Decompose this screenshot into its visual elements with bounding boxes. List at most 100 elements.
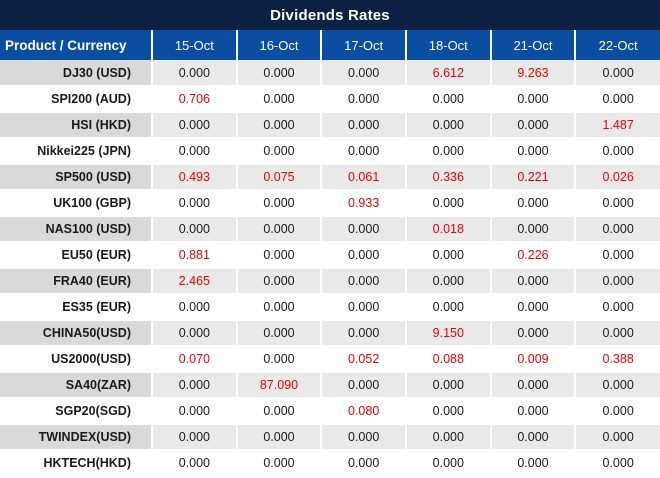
value-cell: 0.336 xyxy=(405,164,492,191)
value-cell: 0.088 xyxy=(405,346,492,373)
value-cell: 0.000 xyxy=(236,268,323,295)
value-cell: 0.000 xyxy=(236,320,323,347)
value-cell: 0.000 xyxy=(152,190,238,217)
product-cell: NAS100 (USD) xyxy=(0,216,153,243)
value-cell: 0.000 xyxy=(321,138,407,165)
value-cell: 0.000 xyxy=(490,398,577,425)
value-cell: 0.075 xyxy=(236,164,323,191)
panel-title: Dividends Rates xyxy=(0,0,660,30)
column-header-date: 22-Oct xyxy=(575,30,660,60)
product-cell: ES35 (EUR) xyxy=(0,294,153,321)
value-cell: 0.000 xyxy=(405,294,492,321)
table-row: US2000(USD) 0.070 0.000 0.052 0.088 0.009 0.38… xyxy=(0,346,660,373)
value-cell: 0.000 xyxy=(236,424,323,451)
table-row: ES35 (EUR) 0.000 0.000 0.000 0.000 0.000 0.000 xyxy=(0,294,660,321)
product-cell: Nikkei225 (JPN) xyxy=(0,138,153,165)
value-cell: 0.000 xyxy=(490,190,577,217)
dividends-rates-panel: Dividends Rates Product / Currency 15-Oc… xyxy=(0,0,660,478)
value-cell: 0.000 xyxy=(490,424,577,451)
value-cell: 0.000 xyxy=(321,268,407,295)
table-row: TWINDEX(USD) 0.000 0.000 0.000 0.000 0.000 0.0… xyxy=(0,424,660,451)
value-cell: 0.000 xyxy=(236,216,323,243)
value-cell: 9.263 xyxy=(490,60,577,87)
value-cell: 0.000 xyxy=(405,242,492,269)
value-cell: 0.000 xyxy=(236,398,323,425)
value-cell: 0.388 xyxy=(575,346,660,373)
value-cell: 0.000 xyxy=(405,112,492,139)
value-cell: 0.226 xyxy=(490,242,577,269)
value-cell: 0.026 xyxy=(575,164,660,191)
value-cell: 6.612 xyxy=(405,60,492,87)
dividends-table: Product / Currency 15-Oct 16-Oct 17-Oct … xyxy=(0,30,660,477)
value-cell: 0.000 xyxy=(321,112,407,139)
value-cell: 0.070 xyxy=(152,346,238,373)
header-row: Product / Currency 15-Oct 16-Oct 17-Oct … xyxy=(0,30,660,60)
value-cell: 0.000 xyxy=(152,372,238,399)
value-cell: 0.000 xyxy=(490,450,577,477)
value-cell: 0.000 xyxy=(575,372,660,399)
value-cell: 0.000 xyxy=(575,190,660,217)
value-cell: 0.000 xyxy=(490,112,577,139)
value-cell: 0.000 xyxy=(405,268,492,295)
value-cell: 0.000 xyxy=(575,450,660,477)
value-cell: 0.080 xyxy=(321,398,407,425)
table-row: DJ30 (USD) 0.000 0.000 0.000 6.612 9.263 0.000 xyxy=(0,60,660,87)
value-cell: 0.000 xyxy=(321,86,407,113)
table-row: EU50 (EUR) 0.881 0.000 0.000 0.000 0.226 0.000 xyxy=(0,242,660,269)
table-row: SGP20(SGD) 0.000 0.000 0.080 0.000 0.000 0.000 xyxy=(0,398,660,425)
value-cell: 1.487 xyxy=(575,112,660,139)
value-cell: 0.000 xyxy=(490,294,577,321)
value-cell: 0.000 xyxy=(321,60,407,87)
table-row: HKTECH(HKD) 0.000 0.000 0.000 0.000 0.000 0.00… xyxy=(0,450,660,477)
value-cell: 0.000 xyxy=(236,112,323,139)
column-header-date: 15-Oct xyxy=(152,30,238,60)
column-header-product: Product / Currency xyxy=(0,30,153,60)
value-cell: 0.000 xyxy=(405,398,492,425)
value-cell: 0.000 xyxy=(575,60,660,87)
table-row: SP500 (USD) 0.493 0.075 0.061 0.336 0.221 0.02… xyxy=(0,164,660,191)
value-cell: 9.150 xyxy=(405,320,492,347)
value-cell: 0.000 xyxy=(152,138,238,165)
value-cell: 0.000 xyxy=(405,424,492,451)
table-row: FRA40 (EUR) 2.465 0.000 0.000 0.000 0.000 0.00… xyxy=(0,268,660,295)
value-cell: 0.000 xyxy=(490,268,577,295)
value-cell: 0.000 xyxy=(321,372,407,399)
value-cell: 0.881 xyxy=(152,242,238,269)
product-cell: DJ30 (USD) xyxy=(0,60,153,87)
value-cell: 87.090 xyxy=(236,372,323,399)
value-cell: 0.000 xyxy=(575,268,660,295)
value-cell: 0.000 xyxy=(152,294,238,321)
value-cell: 0.000 xyxy=(236,346,323,373)
column-header-date: 21-Oct xyxy=(490,30,577,60)
table-row: UK100 (GBP) 0.000 0.000 0.933 0.000 0.000 0.00… xyxy=(0,190,660,217)
value-cell: 0.000 xyxy=(236,450,323,477)
value-cell: 0.000 xyxy=(490,372,577,399)
table-row: SA40(ZAR) 0.000 87.090 0.000 0.000 0.000 0.000 xyxy=(0,372,660,399)
value-cell: 0.000 xyxy=(490,216,577,243)
value-cell: 0.000 xyxy=(321,450,407,477)
value-cell: 0.000 xyxy=(152,320,238,347)
product-cell: HKTECH(HKD) xyxy=(0,450,153,477)
value-cell: 0.000 xyxy=(405,138,492,165)
value-cell: 0.000 xyxy=(152,450,238,477)
value-cell: 0.000 xyxy=(490,320,577,347)
value-cell: 0.000 xyxy=(575,424,660,451)
value-cell: 0.000 xyxy=(152,398,238,425)
value-cell: 0.000 xyxy=(236,86,323,113)
table-row: NAS100 (USD) 0.000 0.000 0.000 0.018 0.000 0.0… xyxy=(0,216,660,243)
value-cell: 0.000 xyxy=(236,138,323,165)
column-header-date: 18-Oct xyxy=(405,30,492,60)
value-cell: 0.493 xyxy=(152,164,238,191)
value-cell: 0.706 xyxy=(152,86,238,113)
table-row: CHINA50(USD) 0.000 0.000 0.000 9.150 0.000 0.0… xyxy=(0,320,660,347)
value-cell: 0.000 xyxy=(152,112,238,139)
table-row: HSI (HKD) 0.000 0.000 0.000 0.000 0.000 1.487 xyxy=(0,112,660,139)
value-cell: 0.000 xyxy=(321,242,407,269)
product-cell: SGP20(SGD) xyxy=(0,398,153,425)
value-cell: 0.000 xyxy=(321,294,407,321)
product-cell: SA40(ZAR) xyxy=(0,372,153,399)
table-body: DJ30 (USD) 0.000 0.000 0.000 6.612 9.263 0.000… xyxy=(0,60,660,477)
value-cell: 0.052 xyxy=(321,346,407,373)
value-cell: 0.000 xyxy=(152,216,238,243)
value-cell: 0.000 xyxy=(490,138,577,165)
